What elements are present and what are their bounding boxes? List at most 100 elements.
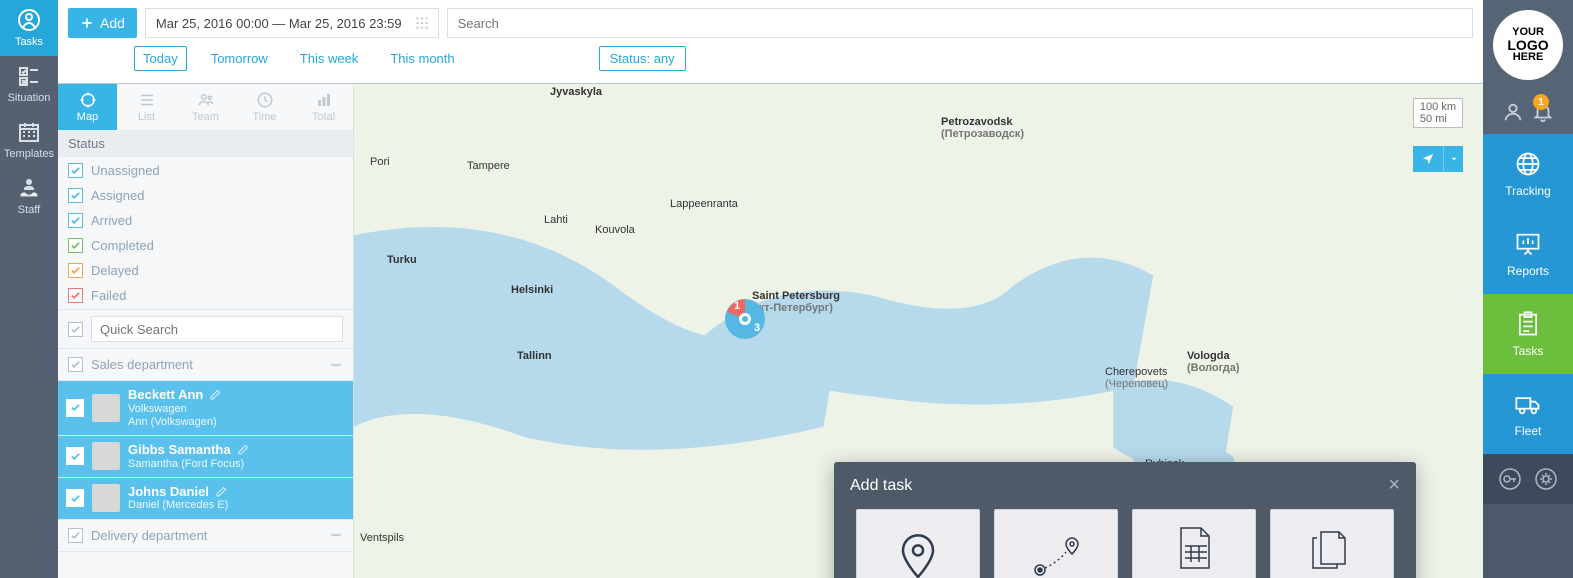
person-row[interactable]: Gibbs Samantha Samantha (Ford Focus)	[58, 436, 353, 478]
person-row[interactable]: Johns Daniel Daniel (Mercedes E)	[58, 478, 353, 520]
pencil-icon[interactable]	[209, 389, 221, 401]
checkbox-icon[interactable]	[68, 163, 83, 178]
collapse-icon[interactable]	[329, 358, 343, 372]
right-item-tasks[interactable]: Tasks	[1483, 294, 1573, 374]
close-icon[interactable]: ×	[1388, 474, 1400, 497]
tab-time[interactable]: Time	[235, 84, 294, 130]
checkbox-icon[interactable]	[68, 288, 83, 303]
person-name: Beckett Ann	[128, 387, 203, 403]
checkbox-icon[interactable]	[68, 263, 83, 278]
quick-date-this-week[interactable]: This week	[292, 47, 367, 70]
logo: YOUR LOGO HERE	[1483, 0, 1573, 90]
person-sub: Samantha (Ford Focus)	[128, 458, 249, 471]
checkbox-icon[interactable]	[66, 489, 84, 507]
card-copy-paste[interactable]: Copy/paste from Excel	[1270, 509, 1394, 578]
status-filter-dropdown[interactable]: Status: any	[599, 46, 686, 71]
side-panel: Map List Team Time Total	[58, 84, 354, 578]
filter-label: Failed	[91, 288, 126, 303]
map-label: Lahti	[544, 214, 568, 226]
filter-assigned[interactable]: Assigned	[68, 188, 343, 203]
group-label: Delivery department	[91, 528, 207, 543]
view-tabs: Map List Team Time Total	[58, 84, 353, 130]
tab-total[interactable]: Total	[294, 84, 353, 130]
right-sidebar: YOUR LOGO HERE 1 Tracking Reports Tasks …	[1483, 0, 1573, 578]
map-label: Cherepovets(Череповец)	[1105, 366, 1168, 390]
gear-icon[interactable]	[1534, 467, 1558, 491]
checkbox-icon[interactable]	[68, 213, 83, 228]
pencil-icon[interactable]	[237, 444, 249, 456]
add-button[interactable]: Add	[68, 8, 137, 38]
sidebar-item-staff[interactable]: Staff	[0, 168, 58, 224]
toolbar-quick-dates: Today Tomorrow This week This month Stat…	[58, 42, 1483, 83]
filter-delayed[interactable]: Delayed	[68, 263, 343, 278]
checkbox-icon[interactable]	[68, 357, 83, 372]
modal-title: Add task	[850, 477, 912, 495]
toolbar: Add Mar 25, 2016 00:00 — Mar 25, 2016 23…	[58, 0, 1483, 42]
quick-date-today[interactable]: Today	[134, 46, 187, 71]
locate-button[interactable]	[1413, 146, 1443, 172]
left-sidebar: Tasks Situation Templates Staff	[0, 0, 58, 578]
quick-date-tomorrow[interactable]: Tomorrow	[203, 47, 276, 70]
user-icon[interactable]	[1502, 101, 1524, 123]
key-icon[interactable]	[1498, 467, 1522, 491]
person-sub: Ann (Volkswagen)	[128, 416, 221, 429]
map-label: Tallinn	[517, 350, 552, 362]
quick-date-this-month[interactable]: This month	[382, 47, 462, 70]
cluster-pie[interactable]: 1 3	[724, 298, 766, 340]
filter-failed[interactable]: Failed	[68, 288, 343, 303]
plus-icon	[80, 16, 94, 30]
quick-search-input[interactable]	[91, 316, 343, 342]
person-vehicle: Volkswagen	[128, 403, 221, 416]
pencil-icon[interactable]	[215, 486, 227, 498]
map-label: Kouvola	[595, 224, 635, 236]
checkbox-icon[interactable]	[68, 188, 83, 203]
add-label: Add	[100, 15, 125, 31]
map[interactable]: Jyvaskyla Pori Tampere Lappeenranta Laht…	[354, 84, 1483, 578]
map-label: Turku	[387, 254, 417, 266]
card-import-excel[interactable]: Import from Excel file	[1132, 509, 1256, 578]
checkbox-icon[interactable]	[66, 399, 84, 417]
tab-list[interactable]: List	[117, 84, 176, 130]
card-single-task[interactable]: Single task	[856, 509, 980, 578]
user-notif-row: 1	[1483, 90, 1573, 134]
map-label: Jyvaskyla	[550, 86, 602, 98]
right-label: Tasks	[1513, 344, 1544, 358]
checkbox-icon[interactable]	[68, 322, 83, 337]
tab-team[interactable]: Team	[176, 84, 235, 130]
avatar	[92, 442, 120, 470]
tab-label: Time	[252, 111, 276, 123]
cluster-count-b: 3	[754, 322, 760, 334]
tab-label: Team	[192, 111, 219, 123]
sidebar-item-situation[interactable]: Situation	[0, 56, 58, 112]
tab-map[interactable]: Map	[58, 84, 117, 130]
locate-dropdown[interactable]	[1443, 146, 1463, 172]
filter-unassigned[interactable]: Unassigned	[68, 163, 343, 178]
sidebar-item-tasks[interactable]: Tasks	[0, 0, 58, 56]
filter-label: Arrived	[91, 213, 132, 228]
date-range-picker[interactable]: Mar 25, 2016 00:00 — Mar 25, 2016 23:59	[145, 8, 439, 38]
sidebar-item-templates[interactable]: Templates	[0, 112, 58, 168]
collapse-icon[interactable]	[329, 528, 343, 542]
person-row[interactable]: Beckett Ann Volkswagen Ann (Volkswagen)	[58, 381, 353, 436]
target-icon	[79, 91, 97, 109]
filter-label: Assigned	[91, 188, 144, 203]
right-item-fleet[interactable]: Fleet	[1483, 374, 1573, 454]
checkbox-icon[interactable]	[68, 238, 83, 253]
group-sales[interactable]: Sales department	[58, 349, 353, 381]
filter-arrived[interactable]: Arrived	[68, 213, 343, 228]
map-label: Tampere	[467, 160, 510, 172]
right-item-tracking[interactable]: Tracking	[1483, 134, 1573, 214]
scale-km: 100 km	[1420, 101, 1456, 113]
person-sub: Daniel (Mercedes E)	[128, 499, 228, 512]
right-item-reports[interactable]: Reports	[1483, 214, 1573, 294]
notif-badge: 1	[1533, 94, 1549, 110]
filter-completed[interactable]: Completed	[68, 238, 343, 253]
checkbox-icon[interactable]	[68, 528, 83, 543]
truck-icon	[1514, 390, 1542, 418]
group-delivery[interactable]: Delivery department	[58, 520, 353, 552]
checkbox-icon[interactable]	[66, 447, 84, 465]
bars-icon	[315, 91, 333, 109]
calendar-icon	[17, 120, 41, 144]
card-route-task[interactable]: Route task	[994, 509, 1118, 578]
search-input[interactable]	[447, 8, 1473, 38]
